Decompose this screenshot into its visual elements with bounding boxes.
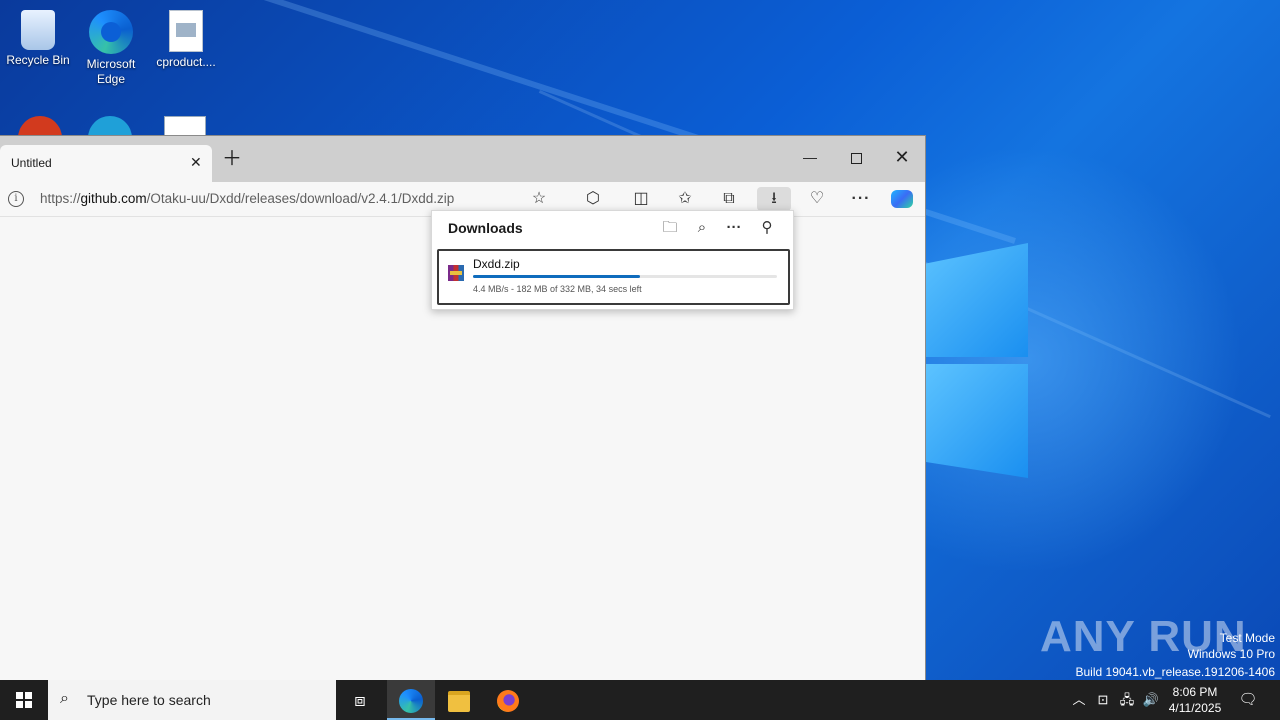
new-tab-button[interactable]: ＋	[222, 148, 242, 170]
favorites-icon[interactable]: ✩	[672, 187, 698, 211]
taskbar-edge-button[interactable]	[387, 680, 435, 720]
downloads-flyout: Downloads 🗀 ⌕ ··· ⚲ Dxdd.zip 4.4 MB/s - …	[431, 210, 794, 310]
windows-icon	[16, 692, 32, 708]
system-clock[interactable]: 8:06 PM 4/11/2025	[1164, 684, 1226, 716]
download-status: 4.4 MB/s - 182 MB of 332 MB, 34 secs lef…	[473, 284, 642, 294]
desktop-icon-label: cproduct....	[156, 55, 216, 69]
search-icon[interactable]: ⌕	[689, 217, 715, 239]
pin-icon[interactable]: ⚲	[754, 217, 780, 239]
start-button[interactable]	[0, 680, 48, 720]
url-domain: github.com	[80, 191, 147, 206]
download-progress-bar	[473, 275, 777, 278]
maximize-button[interactable]	[833, 142, 879, 172]
info-icon[interactable]: i	[8, 191, 24, 207]
collections-icon[interactable]: ⧉	[716, 187, 742, 211]
clock-date: 4/11/2025	[1168, 701, 1222, 715]
url-prefix: https://	[40, 191, 81, 206]
watermark-test-mode: Test Mode	[1219, 631, 1275, 645]
notification-icon[interactable]: 🗨	[1236, 680, 1260, 720]
desktop-icon-label: Microsoft Edge	[86, 57, 136, 86]
maximize-icon	[850, 152, 862, 164]
download-icon[interactable]: ⭳	[757, 187, 791, 211]
clock-time: 8:06 PM	[1172, 685, 1218, 699]
address-bar[interactable]: https://github.com/Otaku-uu/Dxdd/release…	[40, 191, 454, 206]
search-icon: ⌕	[60, 690, 69, 707]
extensions-icon[interactable]: ⬡	[580, 187, 606, 211]
more-icon[interactable]: ···	[721, 217, 747, 239]
desktop-icon-edge[interactable]: Microsoft Edge	[73, 4, 149, 87]
recycle-bin-icon	[21, 10, 55, 50]
search-placeholder: Type here to search	[87, 692, 211, 708]
more-icon[interactable]: ···	[848, 187, 874, 211]
desktop-icon-label: Recycle Bin	[6, 53, 70, 67]
close-window-button[interactable]: ✕	[879, 142, 925, 172]
chevron-up-icon[interactable]: ︿	[1069, 680, 1089, 720]
windows-logo-pane	[926, 364, 1028, 478]
task-view-icon[interactable]: ⧈	[336, 680, 384, 720]
edge-icon	[89, 10, 133, 54]
document-icon	[169, 10, 203, 52]
edge-icon	[399, 689, 423, 714]
downloads-title: Downloads	[448, 220, 523, 236]
network-icon[interactable]: 🖧	[1117, 680, 1137, 720]
taskbar-search-box[interactable]: ⌕ Type here to search	[48, 680, 336, 720]
tab-untitled[interactable]: Untitled ✕	[0, 145, 212, 182]
app-tray-icon[interactable]: ⊡	[1093, 680, 1113, 720]
split-screen-icon[interactable]: ◫	[628, 187, 654, 211]
desktop-icon-cproduct[interactable]: cproduct....	[148, 4, 224, 70]
download-filename: Dxdd.zip	[473, 257, 520, 271]
tab-close-icon[interactable]: ✕	[190, 154, 202, 171]
copilot-icon[interactable]	[889, 187, 915, 211]
taskbar: ⌕ Type here to search ⧈ ︿ ⊡ 🖧 🔊 8:06 PM …	[0, 680, 1280, 720]
firefox-icon[interactable]	[484, 680, 532, 720]
file-explorer-icon[interactable]	[435, 680, 483, 720]
title-bar: Untitled ✕ ＋ — ✕	[0, 136, 925, 182]
download-progress-fill	[473, 275, 640, 278]
minimize-button[interactable]: —	[787, 142, 833, 172]
download-item[interactable]: Dxdd.zip 4.4 MB/s - 182 MB of 332 MB, 34…	[437, 249, 790, 305]
watermark-build: Build 19041.vb_release.191206-1406	[1075, 665, 1276, 679]
desktop-icon-recycle-bin[interactable]: Recycle Bin	[0, 4, 76, 68]
folder-icon[interactable]: 🗀	[657, 217, 683, 239]
archive-icon	[448, 265, 464, 281]
watermark-os: Windows 10 Pro	[1187, 647, 1275, 661]
performance-icon[interactable]: ♡	[804, 187, 830, 211]
url-path: /Otaku-uu/Dxdd/releases/download/v2.4.1/…	[146, 191, 455, 206]
star-icon[interactable]: ☆	[526, 187, 552, 211]
volume-icon[interactable]: 🔊	[1141, 680, 1161, 720]
tab-title: Untitled	[11, 156, 52, 170]
